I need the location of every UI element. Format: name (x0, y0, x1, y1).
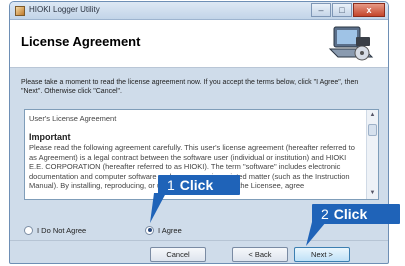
page-title: License Agreement (21, 34, 141, 49)
window-title: HIOKI Logger Utility (29, 5, 100, 14)
back-button[interactable]: < Back (232, 247, 288, 262)
scroll-down-icon[interactable]: ▼ (367, 188, 378, 199)
cancel-button[interactable]: Cancel (150, 247, 206, 262)
scroll-up-icon[interactable]: ▲ (367, 110, 378, 121)
instructions-text: Please take a moment to read the license… (21, 79, 359, 95)
callout-2-label: Click (333, 206, 368, 222)
title-bar[interactable]: HIOKI Logger Utility – □ x (10, 2, 388, 20)
radio-agree-label: I Agree (158, 225, 182, 235)
radio-agree[interactable]: I Agree (145, 224, 182, 236)
license-subheading: Important (29, 131, 71, 142)
callout-click-1: 1 Click (158, 175, 240, 195)
callout-2-pointer (306, 222, 326, 246)
wizard-header: License Agreement (10, 20, 388, 68)
close-button[interactable]: x (353, 3, 385, 17)
callout-2-number: 2 (321, 206, 329, 222)
app-icon (15, 6, 25, 16)
radio-agree-circle[interactable] (145, 225, 154, 235)
radio-disagree[interactable]: I Do Not Agree (24, 224, 86, 236)
maximize-button[interactable]: □ (332, 3, 352, 17)
next-button[interactable]: Next > (294, 247, 350, 262)
radio-disagree-label: I Do Not Agree (37, 225, 87, 235)
radio-disagree-circle[interactable] (24, 225, 33, 235)
callout-1-label: Click (179, 177, 214, 193)
window-controls: – □ x (310, 3, 385, 18)
license-scrollbar[interactable]: ▲ ▼ (366, 110, 378, 199)
installer-window: HIOKI Logger Utility – □ x License Agree… (9, 1, 389, 264)
computer-install-icon (328, 26, 374, 61)
callout-click-2: 2 Click (312, 204, 400, 224)
license-heading: User's License Agreement (29, 114, 117, 123)
callout-1-pointer (150, 193, 166, 223)
callout-1-number: 1 (167, 177, 175, 193)
minimize-button[interactable]: – (311, 3, 331, 17)
button-divider (10, 240, 388, 241)
scroll-thumb[interactable] (368, 124, 377, 136)
